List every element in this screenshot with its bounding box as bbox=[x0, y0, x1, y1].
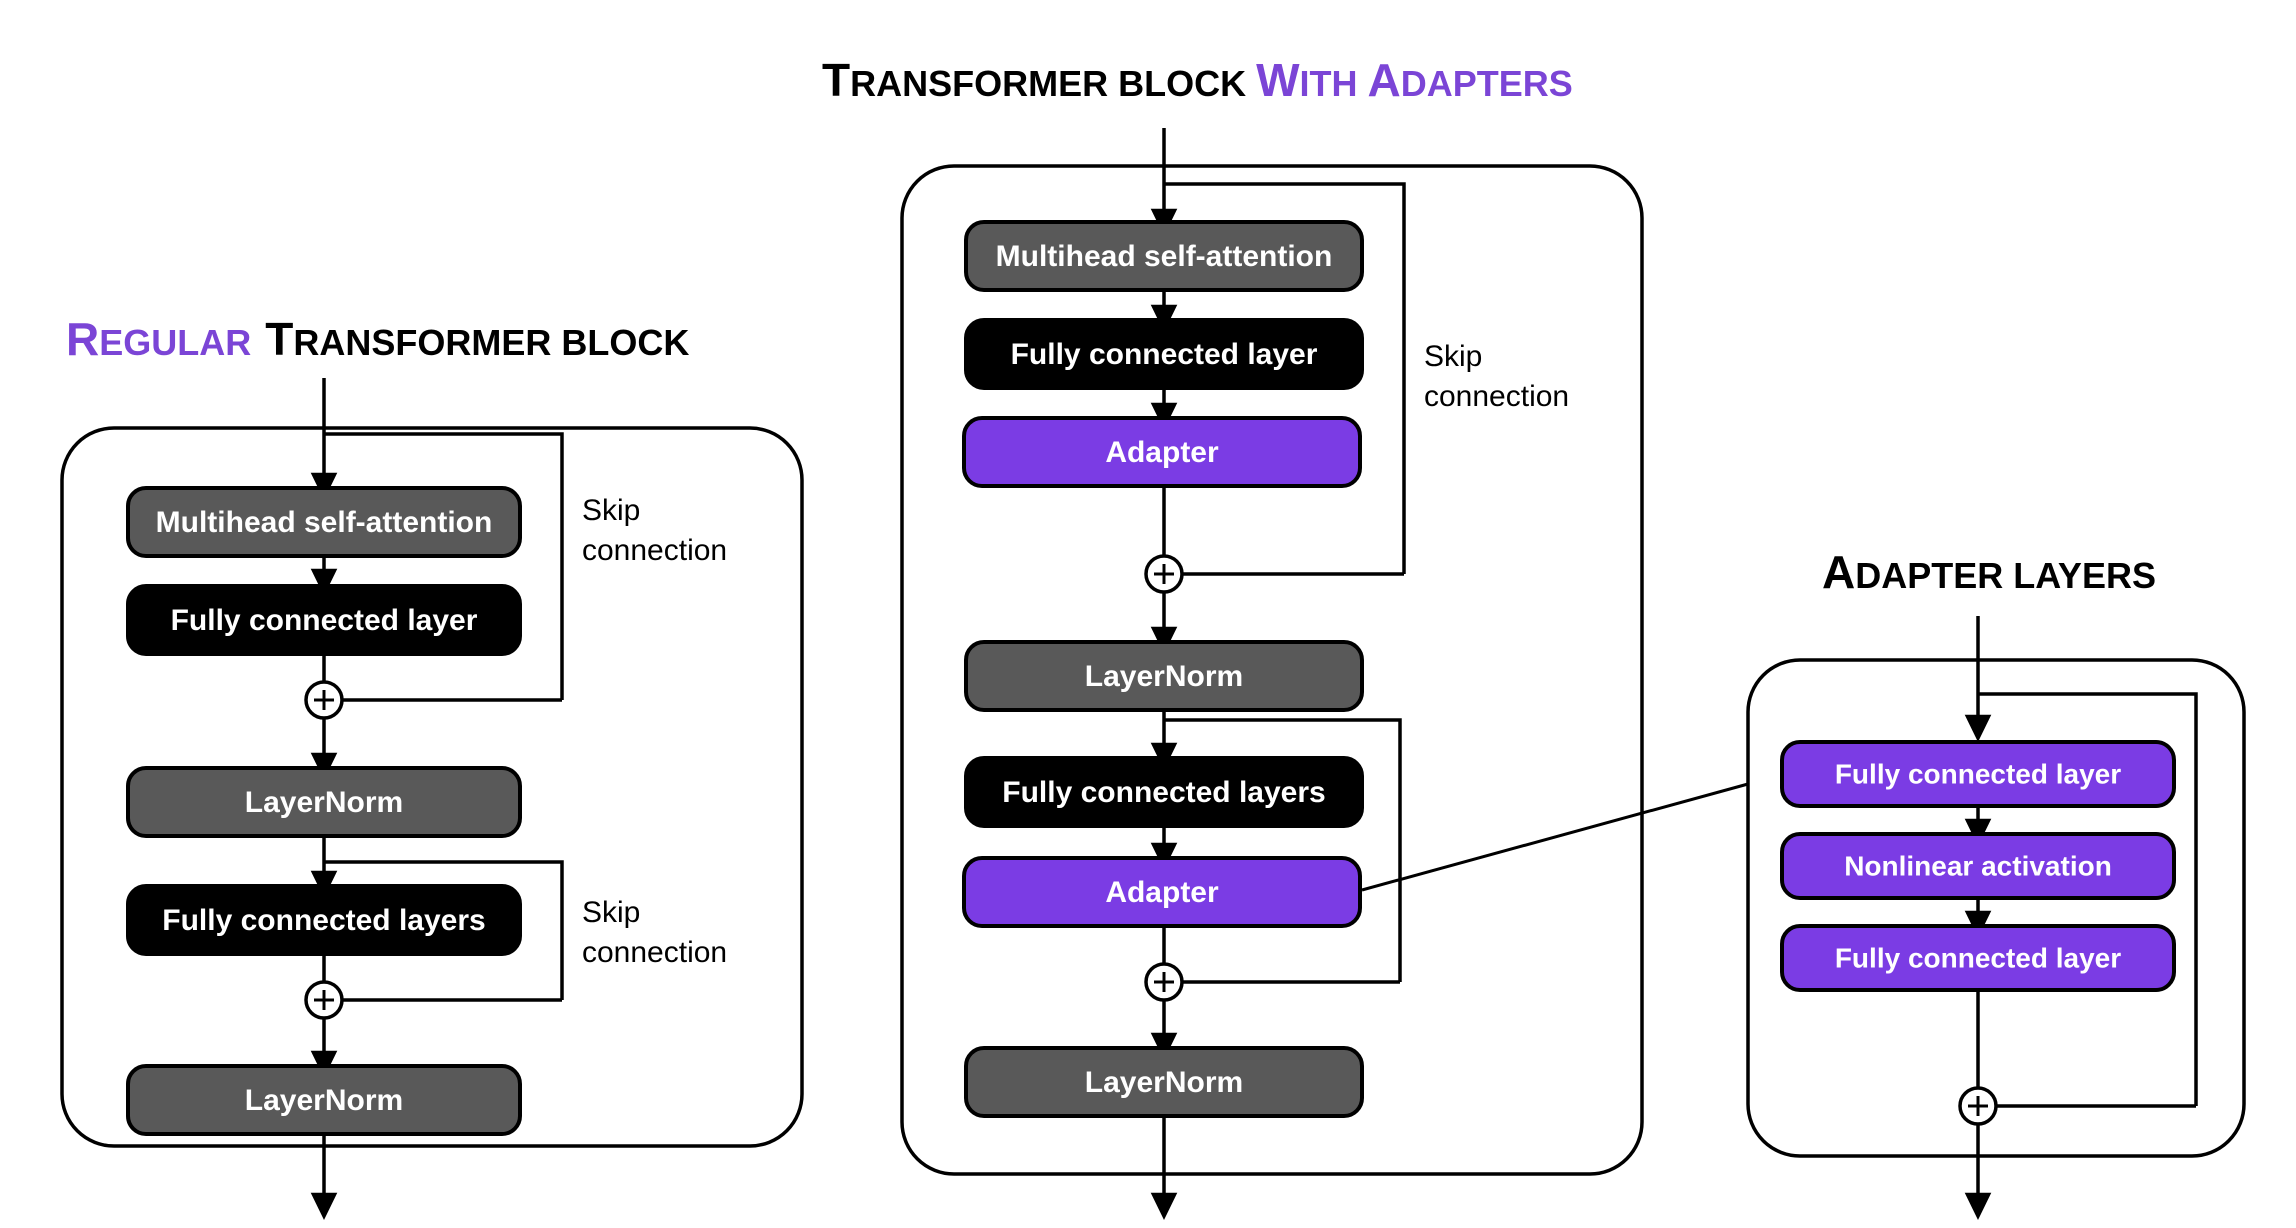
diagram-canvas: REGULAR TRANSFORMER BLOCK Multihead self-… bbox=[0, 0, 2296, 1228]
middle-node-7-label: LayerNorm bbox=[1085, 1066, 1243, 1099]
left-skip-label-1: Skip connection bbox=[582, 494, 727, 567]
right-node-nonlinear-activation: Nonlinear activation bbox=[1780, 832, 2176, 900]
adapter-detail-connector-line bbox=[1361, 782, 1749, 892]
middle-title-plain-lead: T bbox=[822, 54, 850, 106]
middle-add-node-2 bbox=[1144, 962, 1184, 1002]
left-node-1-label: Multihead self-attention bbox=[156, 506, 493, 539]
right-title-plain-rest: DAPTER LAYERS bbox=[1855, 555, 2156, 596]
middle-node-layernorm-2: LayerNorm bbox=[964, 1046, 1364, 1118]
left-node-fully-connected-layer: Fully connected layer bbox=[126, 584, 522, 656]
middle-title-accent-lead-1: W bbox=[1256, 54, 1300, 106]
left-skip-connection-1-path bbox=[324, 432, 564, 700]
right-node-fully-connected-layer-2: Fully connected layer bbox=[1780, 924, 2176, 992]
panel-transformer-block-with-adapters: TRANSFORMER BLOCK WITH ADAPTERS Multihea… bbox=[822, 54, 1644, 1221]
middle-skip-label-1-line1: Skip bbox=[1424, 340, 1482, 373]
left-panel-title: REGULAR TRANSFORMER BLOCK bbox=[66, 313, 689, 365]
left-skip-label-1-line1: Skip bbox=[582, 494, 640, 527]
middle-node-multihead-self-attention: Multihead self-attention bbox=[964, 220, 1364, 292]
middle-node-adapter-2: Adapter bbox=[962, 856, 1362, 928]
left-title-plain-lead: T bbox=[265, 313, 293, 365]
right-block-container bbox=[1746, 658, 2246, 1158]
left-add-node-2 bbox=[304, 980, 344, 1020]
left-node-layernorm-1: LayerNorm bbox=[126, 766, 522, 838]
right-add-node bbox=[1958, 1086, 1998, 1126]
right-panel-title: ADAPTER LAYERS bbox=[1822, 546, 2156, 598]
left-node-3-label: LayerNorm bbox=[245, 786, 403, 819]
middle-node-2-label: Fully connected layer bbox=[1011, 338, 1318, 371]
left-add-node-1 bbox=[304, 680, 344, 720]
middle-node-fully-connected-layers: Fully connected layers bbox=[964, 756, 1364, 828]
transformer-adapter-diagram: REGULAR TRANSFORMER BLOCK Multihead self-… bbox=[60, 54, 2246, 1221]
middle-node-4-label: LayerNorm bbox=[1085, 660, 1243, 693]
middle-skip-label-1: Skip connection bbox=[1424, 340, 1569, 413]
left-title-plain-rest: RANSFORMER BLOCK bbox=[293, 322, 689, 363]
right-node-fully-connected-layer-1: Fully connected layer bbox=[1780, 740, 2176, 808]
left-title-accent-lead: R bbox=[66, 313, 99, 365]
middle-node-1-label: Multihead self-attention bbox=[996, 240, 1333, 273]
right-node-3-label: Fully connected layer bbox=[1835, 942, 2121, 973]
panel-adapter-layers: ADAPTER LAYERS Fully connected layer Non… bbox=[1746, 546, 2246, 1221]
left-skip-label-2: Skip connection bbox=[582, 896, 727, 969]
middle-title-accent-lead-2: A bbox=[1368, 54, 1401, 106]
middle-panel-title: TRANSFORMER BLOCK WITH ADAPTERS bbox=[822, 54, 1573, 106]
middle-node-6-label: Adapter bbox=[1105, 876, 1219, 909]
left-skip-label-2-line2: connection bbox=[582, 936, 727, 969]
middle-node-5-label: Fully connected layers bbox=[1002, 776, 1325, 809]
middle-node-adapter-1: Adapter bbox=[962, 416, 1362, 488]
middle-node-3-label: Adapter bbox=[1105, 436, 1219, 469]
panel-regular-transformer-block: REGULAR TRANSFORMER BLOCK Multihead self-… bbox=[60, 313, 804, 1221]
right-node-1-label: Fully connected layer bbox=[1835, 758, 2121, 789]
left-node-4-label: Fully connected layers bbox=[162, 904, 485, 937]
middle-node-fully-connected-layer: Fully connected layer bbox=[964, 318, 1364, 390]
left-node-2-label: Fully connected layer bbox=[171, 604, 478, 637]
left-title-accent-rest: EGULAR bbox=[99, 322, 251, 363]
middle-add-node-1 bbox=[1144, 554, 1184, 594]
left-node-fully-connected-layers: Fully connected layers bbox=[126, 884, 522, 956]
middle-node-layernorm-1: LayerNorm bbox=[964, 640, 1364, 712]
left-node-5-label: LayerNorm bbox=[245, 1084, 403, 1117]
middle-title-accent-rest-2: DAPTERS bbox=[1401, 63, 1573, 104]
left-skip-label-2-line1: Skip bbox=[582, 896, 640, 929]
right-node-2-label: Nonlinear activation bbox=[1844, 850, 2112, 881]
right-title-plain-lead: A bbox=[1822, 546, 1855, 598]
middle-skip-label-1-line2: connection bbox=[1424, 380, 1569, 413]
left-skip-label-1-line2: connection bbox=[582, 534, 727, 567]
middle-title-accent-rest-1: ITH bbox=[1300, 63, 1368, 104]
left-node-multihead-self-attention: Multihead self-attention bbox=[126, 486, 522, 558]
left-node-layernorm-2: LayerNorm bbox=[126, 1064, 522, 1136]
middle-title-plain-rest: RANSFORMER BLOCK bbox=[850, 63, 1256, 104]
